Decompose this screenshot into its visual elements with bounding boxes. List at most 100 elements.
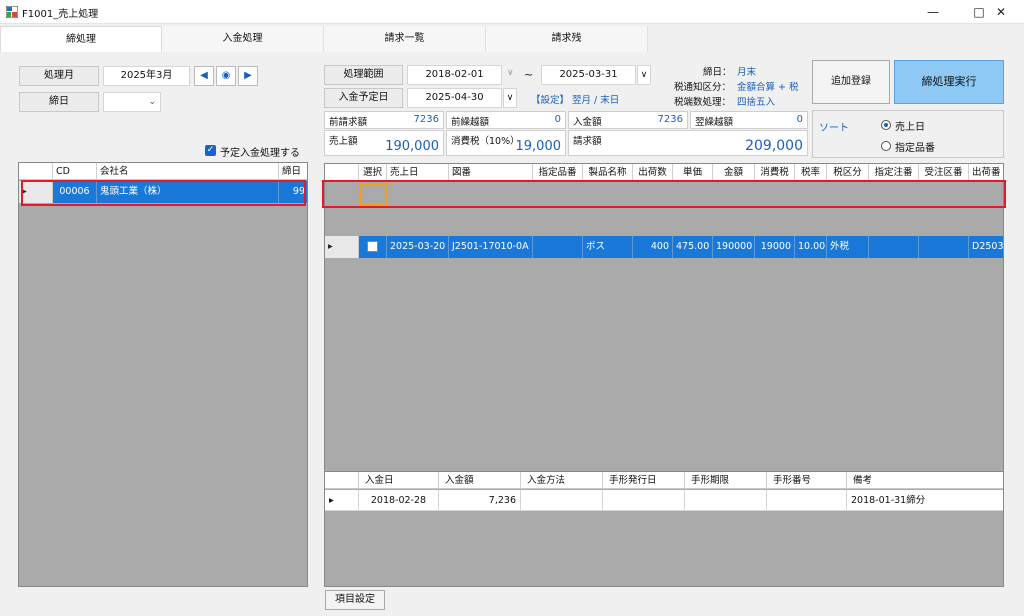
- cell-qty[interactable]: 400: [633, 236, 673, 258]
- cell-select[interactable]: [359, 236, 387, 258]
- header-select[interactable]: 選択: [359, 164, 387, 181]
- closing-day-value: 月末: [737, 67, 757, 78]
- sales-cell: 売上額 190,000: [324, 130, 444, 156]
- run-closing-button[interactable]: 締処理実行: [894, 60, 1004, 104]
- tab-closing[interactable]: 締処理: [0, 26, 162, 53]
- range-separator: ~: [524, 68, 534, 81]
- sort-radio-part[interactable]: [881, 141, 891, 151]
- sales-grid[interactable]: 選択 売上日 図番 指定品番 製品名称 出荷数 単価 金額 消費税 税率 税区分…: [324, 163, 1004, 517]
- range-to-dropdown-icon[interactable]: ∨: [637, 65, 651, 85]
- header-amount[interactable]: 金額: [713, 164, 755, 181]
- header-closing[interactable]: 締日: [279, 163, 307, 180]
- cell-drawing[interactable]: J2501-17010-0A: [449, 236, 533, 258]
- bill-cell: 請求額 209,000: [568, 130, 808, 156]
- minimize-button[interactable]: —: [910, 0, 956, 24]
- planned-payment-checkbox[interactable]: ✓: [205, 145, 216, 156]
- cell-note[interactable]: 2018-01-31締分: [847, 490, 1003, 511]
- due-field[interactable]: 2025-04-30: [407, 88, 502, 108]
- cell-tax[interactable]: 19000: [755, 236, 795, 258]
- prev-bill-value: 7236: [413, 114, 439, 125]
- planned-payment-label: 予定入金処理する: [220, 148, 300, 159]
- company-grid[interactable]: CD 会社名 締日 ▸ 00006 鬼頭工業（株） 99: [18, 162, 308, 587]
- select-checkbox[interactable]: [367, 241, 378, 252]
- header-pay-method[interactable]: 入金方法: [521, 472, 603, 489]
- header-product[interactable]: 製品名称: [583, 164, 633, 181]
- cell-pay-method[interactable]: [521, 490, 603, 511]
- next-carry-value: 0: [796, 114, 803, 125]
- closing-day-label: 締日：: [703, 67, 732, 78]
- tax-notice-label: 税通知区分：: [674, 82, 732, 93]
- header-qty[interactable]: 出荷数: [633, 164, 673, 181]
- payment-label: 入金額: [573, 117, 602, 128]
- header-recv[interactable]: 受注区番: [919, 164, 969, 181]
- tax-round-value: 四捨五入: [737, 97, 776, 108]
- close-button[interactable]: ✕: [978, 0, 1024, 24]
- payment-grid[interactable]: 入金日 入金額 入金方法 手形発行日 手形期限 手形番号 備考 ▸ 2018-0…: [324, 471, 1004, 587]
- tab-payment[interactable]: 入金処理: [162, 26, 324, 52]
- grid-corner: [325, 472, 359, 489]
- cell-company[interactable]: 鬼頭工業（株）: [97, 181, 279, 203]
- header-company[interactable]: 会社名: [97, 163, 279, 180]
- cell-bill-no[interactable]: [767, 490, 847, 511]
- cell-price[interactable]: 475.00: [673, 236, 713, 258]
- tab-billing-list[interactable]: 請求一覧: [324, 26, 486, 52]
- cell-bill-due[interactable]: [685, 490, 767, 511]
- month-field[interactable]: 2025年3月: [103, 66, 190, 86]
- cell-bill-issue[interactable]: [603, 490, 685, 511]
- cell-amount[interactable]: 190000: [713, 236, 755, 258]
- range-to-field[interactable]: 2025-03-31: [541, 65, 636, 85]
- sort-label: ソート: [819, 123, 849, 134]
- cell-tax-type[interactable]: 外税: [827, 236, 869, 258]
- cell-cd[interactable]: 00006: [53, 181, 97, 203]
- cell-product[interactable]: ボス: [583, 236, 633, 258]
- cell-spec[interactable]: [533, 236, 583, 258]
- range-from-dropdown-icon[interactable]: ∨: [507, 68, 514, 78]
- header-spec[interactable]: 指定品番: [533, 164, 583, 181]
- tax-round-label: 税端数処理：: [674, 97, 732, 108]
- tax-value: 19,000: [515, 139, 562, 154]
- header-ship[interactable]: 出荷番: [969, 164, 1003, 181]
- header-cd[interactable]: CD: [53, 163, 97, 180]
- row-indicator: ▸: [325, 490, 359, 511]
- cell-closing[interactable]: 99: [279, 181, 307, 203]
- prev-month-button[interactable]: ◀: [194, 66, 214, 86]
- header-bill-issue[interactable]: 手形発行日: [603, 472, 685, 489]
- grid-corner: [19, 163, 53, 180]
- prev-carry-cell: 前繰越額 0: [446, 111, 566, 129]
- due-dropdown-icon[interactable]: ∨: [503, 88, 517, 108]
- header-bill-no[interactable]: 手形番号: [767, 472, 847, 489]
- header-rate[interactable]: 税率: [795, 164, 827, 181]
- item-settings-button[interactable]: 項目設定: [325, 590, 385, 610]
- header-drawing[interactable]: 図番: [449, 164, 533, 181]
- sort-radio-date[interactable]: [881, 120, 891, 130]
- header-pay-amount[interactable]: 入金額: [439, 472, 521, 489]
- current-month-button[interactable]: ◉: [216, 66, 236, 86]
- setting-link[interactable]: 【設定】 翌月 / 末日: [531, 92, 619, 106]
- row-pointer-icon: ▸: [22, 186, 27, 197]
- month-label: 処理月: [19, 66, 99, 86]
- header-tax[interactable]: 消費税: [755, 164, 795, 181]
- header-order[interactable]: 指定注番: [869, 164, 919, 181]
- cell-ship[interactable]: D2503: [969, 236, 1003, 258]
- cell-pay-amount[interactable]: 7,236: [439, 490, 521, 511]
- header-bill-due[interactable]: 手形期限: [685, 472, 767, 489]
- payment-value: 7236: [657, 114, 683, 125]
- cell-date[interactable]: 2025-03-20: [387, 236, 449, 258]
- add-button[interactable]: 追加登録: [812, 60, 890, 104]
- row-pointer-icon: ▸: [329, 495, 334, 506]
- cell-order[interactable]: [869, 236, 919, 258]
- header-note[interactable]: 備考: [847, 472, 1003, 489]
- header-pay-date[interactable]: 入金日: [359, 472, 439, 489]
- next-month-button[interactable]: ▶: [238, 66, 258, 86]
- header-tax-type[interactable]: 税区分: [827, 164, 869, 181]
- cell-rate[interactable]: 10.00: [795, 236, 827, 258]
- header-price[interactable]: 単価: [673, 164, 713, 181]
- cell-pay-date[interactable]: 2018-02-28: [359, 490, 439, 511]
- header-date[interactable]: 売上日: [387, 164, 449, 181]
- bill-value: 209,000: [745, 138, 803, 154]
- cell-recv[interactable]: [919, 236, 969, 258]
- tab-billing-balance[interactable]: 請求残: [486, 26, 648, 52]
- range-from-field[interactable]: 2018-02-01: [407, 65, 502, 85]
- closing-select[interactable]: ⌄: [103, 92, 161, 112]
- chevron-down-icon: ⌄: [148, 97, 156, 107]
